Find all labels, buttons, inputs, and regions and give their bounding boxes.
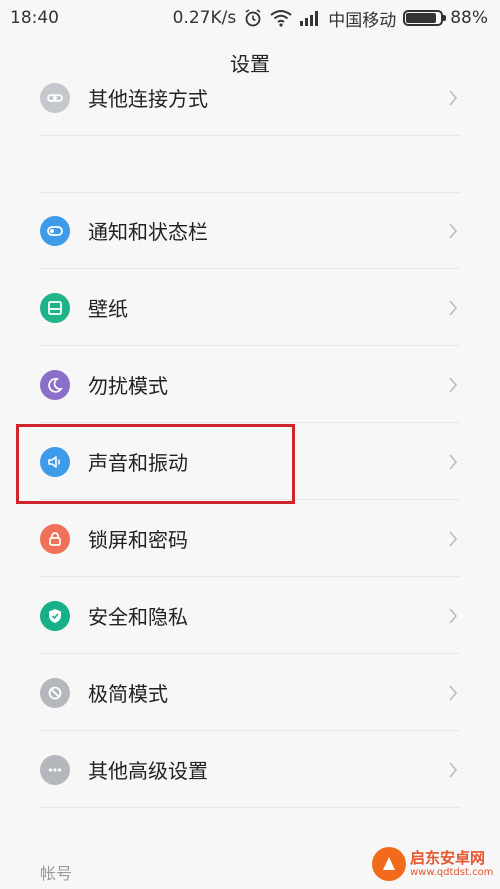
alarm-icon: [243, 8, 263, 28]
moon-icon: [40, 369, 70, 400]
wallpaper-icon: [40, 292, 70, 323]
shield-icon: [40, 600, 70, 631]
settings-item-do-not-disturb[interactable]: 勿扰模式: [40, 347, 460, 423]
settings-item-notifications[interactable]: 通知和状态栏: [40, 193, 460, 269]
settings-item-label: 安全和隐私: [88, 605, 188, 629]
settings-item-wallpaper[interactable]: 壁纸: [40, 270, 460, 346]
battery-icon: [403, 10, 447, 26]
chevron-right-icon: [446, 298, 460, 318]
settings-item-security-privacy[interactable]: 安全和隐私: [40, 578, 460, 654]
watermark-logo-icon: [372, 847, 406, 881]
chevron-right-icon: [446, 375, 460, 395]
settings-item-label: 壁纸: [88, 297, 128, 321]
chevron-right-icon: [446, 221, 460, 241]
status-time: 18:40: [10, 8, 59, 28]
settings-item-label: 勿扰模式: [88, 374, 168, 398]
settings-item-label: 其他高级设置: [88, 759, 208, 783]
status-bar: 18:40 0.27K/s 中国移动 88%: [0, 0, 500, 36]
lock-icon: [40, 523, 70, 554]
toggle-icon: [40, 215, 70, 246]
more-icon: [40, 754, 70, 785]
status-right: 0.27K/s 中国移动 88%: [173, 6, 488, 31]
minimal-icon: [40, 677, 70, 708]
highlight-annotation: [16, 424, 295, 504]
chevron-right-icon: [446, 606, 460, 626]
wifi-icon: [270, 9, 292, 27]
link-icon: [40, 82, 70, 113]
chevron-right-icon: [446, 683, 460, 703]
net-speed: 0.27K/s: [172, 8, 237, 28]
chevron-right-icon: [446, 529, 460, 549]
chevron-right-icon: [446, 88, 460, 108]
chevron-right-icon: [446, 452, 460, 472]
battery-percent: 88%: [450, 8, 488, 28]
settings-item-other-connections[interactable]: 其他连接方式: [40, 60, 460, 136]
settings-item-minimal-mode[interactable]: 极简模式: [40, 655, 460, 731]
settings-item-label: 其他连接方式: [88, 87, 208, 111]
watermark-text: 启东安卓网 www.qdtdst.com: [410, 850, 493, 878]
carrier-name: 中国移动: [328, 10, 397, 31]
watermark-url: www.qdtdst.com: [410, 866, 494, 878]
section-header-account: 帐号: [40, 864, 73, 883]
settings-item-advanced[interactable]: 其他高级设置: [40, 732, 460, 808]
settings-item-lockscreen-password[interactable]: 锁屏和密码: [40, 501, 460, 577]
settings-item-label: 锁屏和密码: [88, 528, 188, 552]
settings-item-label: 极简模式: [88, 682, 168, 706]
signal-icon: [299, 10, 321, 26]
watermark-name: 启东安卓网: [410, 849, 486, 868]
chevron-right-icon: [446, 760, 460, 780]
settings-item-label: 通知和状态栏: [88, 220, 208, 244]
watermark-logo: 启东安卓网 www.qdtdst.com: [372, 844, 494, 884]
